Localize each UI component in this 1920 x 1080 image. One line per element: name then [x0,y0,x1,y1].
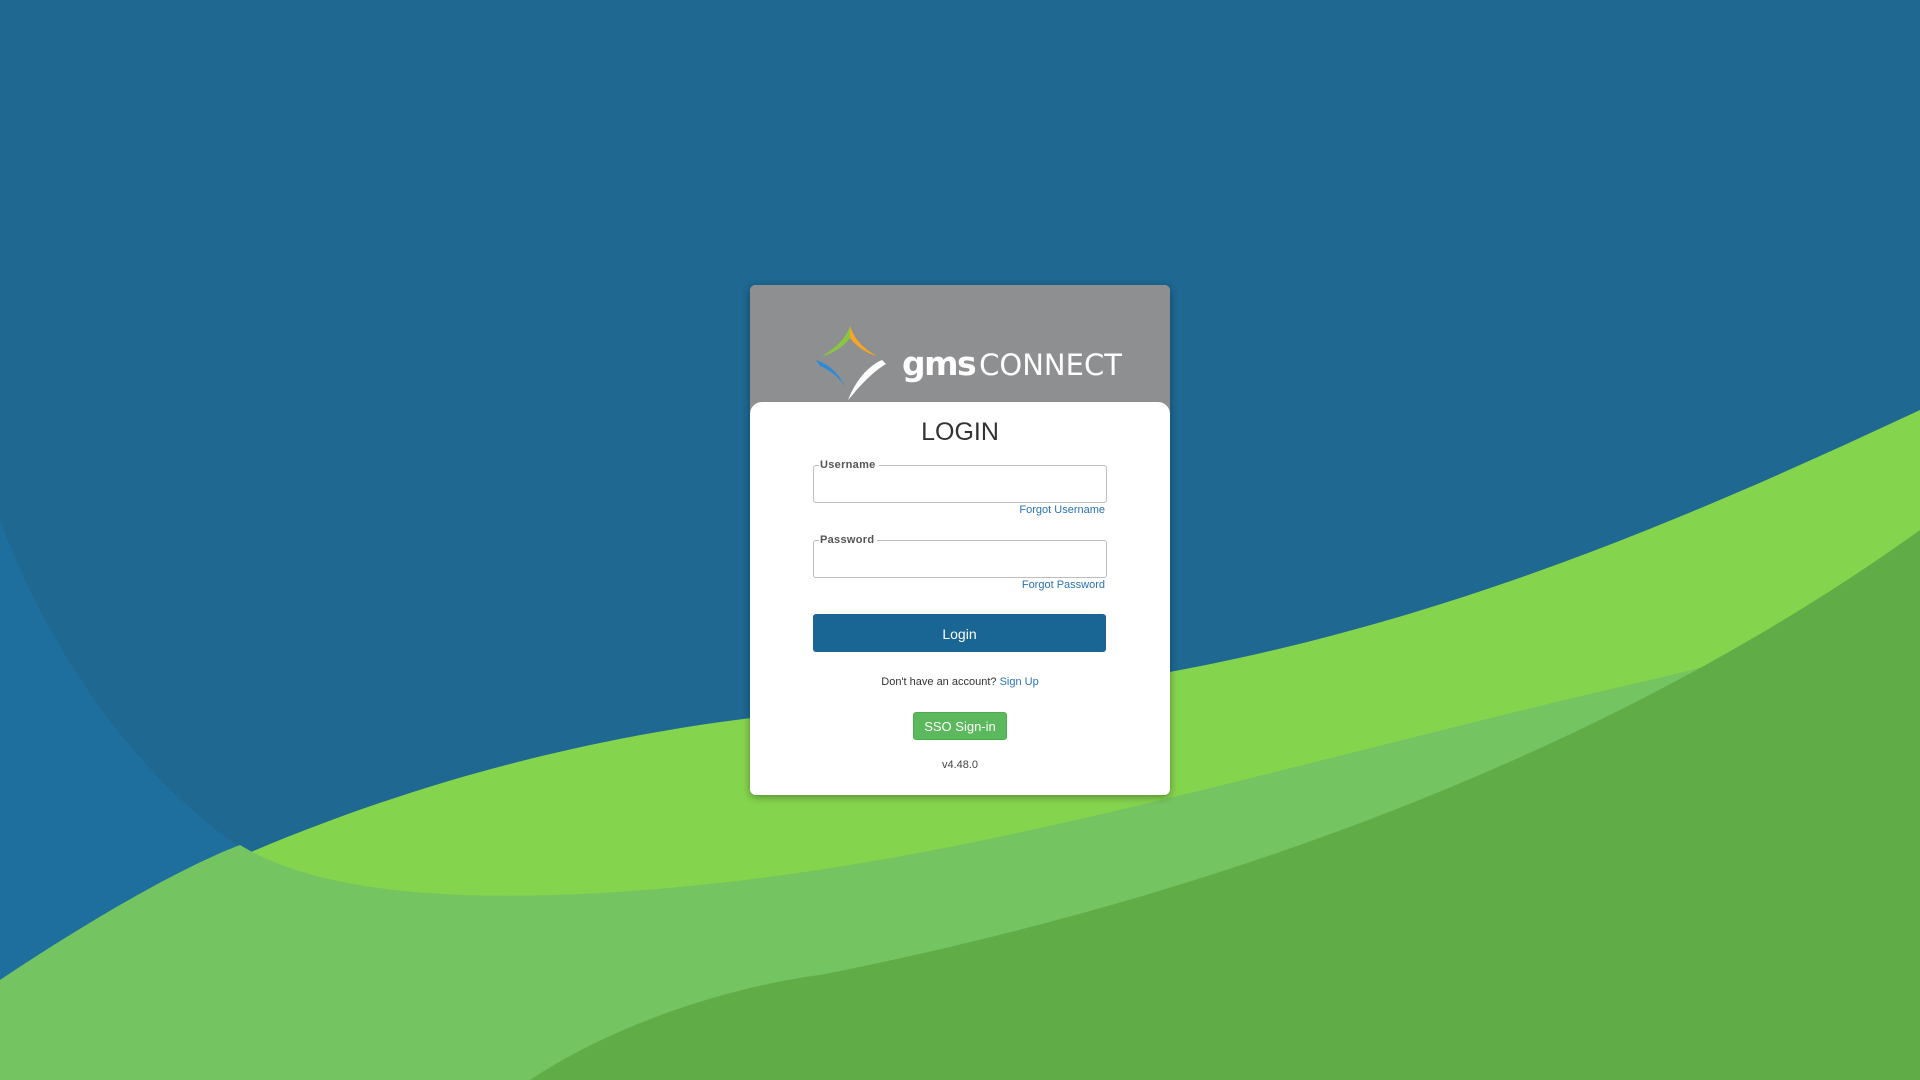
username-input[interactable] [820,474,1098,496]
logo-gms-text: gms [902,344,977,383]
password-label: Password [819,533,878,547]
gms-connect-logo: gms CONNECT [812,324,1122,402]
username-label: Username [819,458,879,472]
username-fieldset: Username [813,458,1107,503]
card-header: gms CONNECT [750,285,1170,420]
signup-prompt: Don't have an account? Sign Up [750,675,1170,689]
version-label: v4.48.0 [941,759,979,771]
login-title: LOGIN [921,418,999,446]
forgot-password-link[interactable]: Forgot Password [1022,578,1105,592]
forgot-username-link[interactable]: Forgot Username [1019,503,1105,517]
password-fieldset: Password [813,533,1107,578]
sign-up-link[interactable]: Sign Up [1000,676,1039,688]
password-input[interactable] [820,549,1098,571]
logo-connect-text: CONNECT [979,348,1122,382]
gms-star-logo-icon [816,326,886,400]
signup-prompt-text: Don't have an account? [881,676,997,688]
login-button[interactable]: Login [813,614,1106,652]
login-card: gms CONNECT LOGIN Username Forgot Usernam… [750,285,1170,795]
logo-wordmark: gms CONNECT [902,344,1122,391]
login-page: gms CONNECT LOGIN Username Forgot Usernam… [0,0,1920,1080]
sso-sign-in-button[interactable]: SSO Sign-in [913,712,1007,740]
